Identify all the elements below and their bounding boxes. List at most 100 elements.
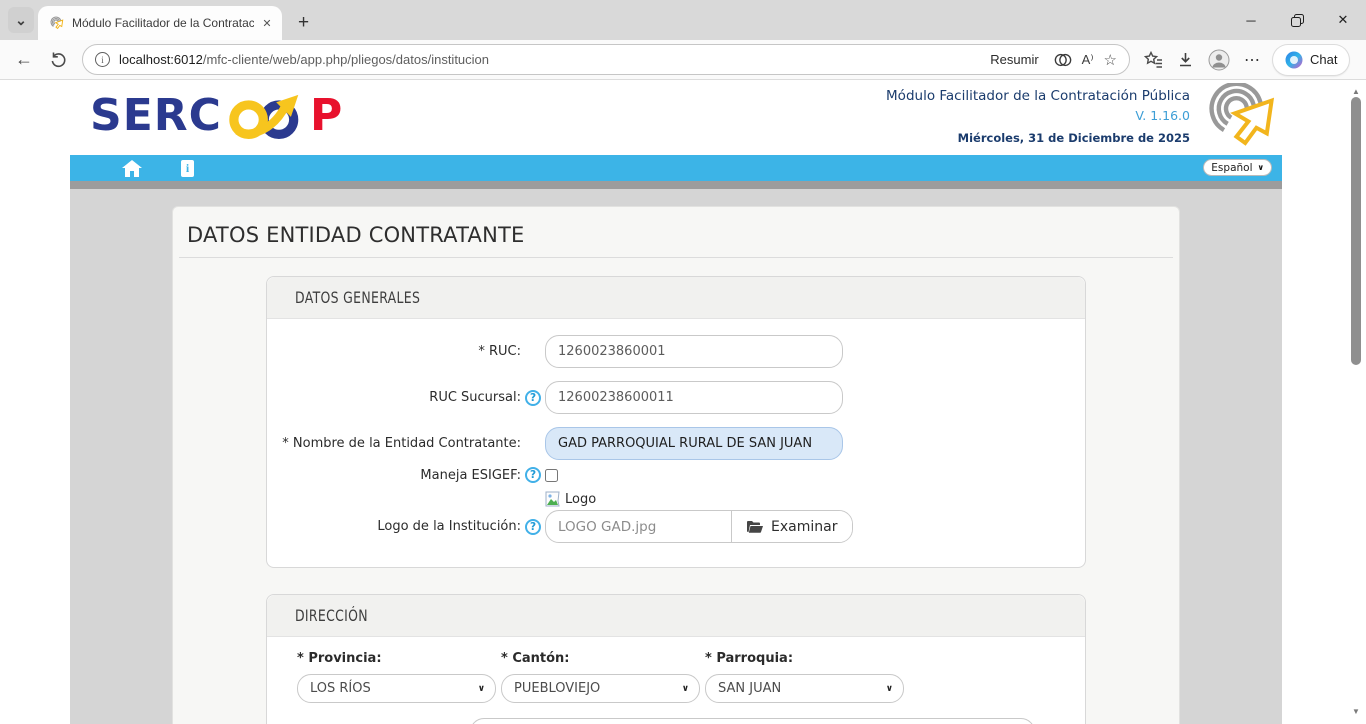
sercop-logo-rings-icon [221, 91, 313, 141]
copilot-outline-icon[interactable] [1054, 51, 1072, 69]
copilot-chat-button[interactable]: Chat [1273, 45, 1349, 75]
ruc-input[interactable] [545, 335, 843, 368]
direccion-header: DIRECCIÓN [267, 595, 1085, 637]
ruc-sucursal-input[interactable] [545, 381, 843, 414]
url-path: /mfc-cliente/web/app.php/pliegos/datos/i… [203, 52, 489, 67]
close-window-button[interactable]: ✕ [1320, 0, 1366, 40]
new-tab-button[interactable]: + [298, 13, 309, 32]
chevron-down-icon: ∨ [1258, 163, 1265, 172]
app-title: Módulo Facilitador de la Contratación Pú… [886, 88, 1190, 104]
sercop-logo: SERC P [90, 89, 343, 141]
copilot-icon [1285, 51, 1303, 69]
esigef-checkbox[interactable] [545, 469, 558, 482]
chevron-down-icon: ∨ [478, 684, 485, 694]
chevron-down-icon: ∨ [682, 684, 689, 694]
url-text: localhost:6012/mfc-cliente/web/app.php/p… [119, 52, 489, 67]
browser-toolbar: ← i localhost:6012/mfc-cliente/web/app.p… [0, 40, 1366, 80]
language-value: Español [1211, 162, 1252, 174]
provincia-value: LOS RÍOS [310, 681, 371, 696]
tab-search-button[interactable]: ⌄ [8, 7, 34, 33]
calle-row: * Calle principal: [297, 718, 1055, 724]
calle-label: * Calle principal: [297, 718, 462, 724]
canton-value: PUEBLOVIEJO [514, 681, 600, 696]
parroquia-select[interactable]: SAN JUAN ∨ [705, 674, 904, 703]
esigef-row: Maneja ESIGEF: ? [267, 467, 1085, 483]
parroquia-field: * Parroquia: SAN JUAN ∨ [705, 651, 904, 703]
logo-file-input[interactable]: LOGO GAD.jpg Examinar [545, 510, 853, 543]
address-bar[interactable]: i localhost:6012/mfc-cliente/web/app.php… [82, 44, 1130, 75]
chat-label: Chat [1310, 52, 1337, 67]
provincia-label: * Provincia: [297, 651, 496, 666]
section-title: DATOS GENERALES [295, 288, 420, 307]
ruc-sucursal-label: RUC Sucursal: [267, 390, 521, 405]
logo-preview-row: Logo [545, 491, 1085, 507]
settings-more-icon[interactable]: ⋯ [1244, 50, 1261, 70]
canton-label: * Cantón: [501, 651, 700, 666]
restore-button[interactable] [1274, 0, 1320, 40]
canton-select[interactable]: PUEBLOVIEJO ∨ [501, 674, 700, 703]
site-info-icon[interactable]: i [95, 52, 110, 67]
browser-titlebar: ⌄ Módulo Facilitador de la Contratación … [0, 0, 1366, 40]
favorite-star-icon[interactable]: ☆ [1104, 51, 1117, 69]
browser-window: ⌄ Módulo Facilitador de la Contratación … [0, 0, 1366, 724]
section-title: DIRECCIÓN [295, 606, 368, 625]
sercop-logo-text: SER [90, 90, 189, 141]
logo-alt-text: Logo [565, 492, 596, 507]
tab-close-icon[interactable]: ✕ [258, 14, 276, 32]
download-icon[interactable] [1177, 51, 1194, 68]
profile-avatar[interactable] [1208, 49, 1230, 71]
minimize-button[interactable]: ─ [1228, 0, 1274, 40]
divider-strip [70, 181, 1282, 189]
resumir-button[interactable]: Resumir [990, 52, 1038, 67]
chevron-down-icon: ∨ [886, 684, 893, 694]
browser-tab-active[interactable]: Módulo Facilitador de la Contratación Pú… [38, 6, 282, 40]
logo-label: Logo de la Institución: [267, 519, 521, 534]
folder-icon [747, 520, 763, 533]
page-title: DATOS ENTIDAD CONTRATANTE [187, 223, 1165, 247]
help-icon[interactable]: ? [525, 519, 541, 535]
scrollbar-thumb[interactable] [1351, 97, 1361, 365]
vertical-scrollbar[interactable]: ▲ ▼ [1348, 80, 1364, 724]
datos-generales-header: DATOS GENERALES [267, 277, 1085, 319]
ruc-label: * RUC: [267, 344, 521, 359]
scroll-up-icon[interactable]: ▲ [1348, 84, 1364, 98]
read-aloud-icon[interactable]: A⁾ [1082, 52, 1094, 68]
language-select[interactable]: Español ∨ [1203, 159, 1272, 176]
chevron-down-icon: ⌄ [15, 12, 27, 29]
scroll-down-icon[interactable]: ▼ [1348, 704, 1364, 718]
provincia-select[interactable]: LOS RÍOS ∨ [297, 674, 496, 703]
esigef-label: Maneja ESIGEF: [267, 468, 521, 483]
ruc-sucursal-row: RUC Sucursal: ? [267, 381, 1085, 414]
nombre-entidad-input[interactable] [545, 427, 843, 460]
restore-icon [1291, 14, 1304, 27]
ruc-row: * RUC: [267, 335, 1085, 368]
tab-title: Módulo Facilitador de la Contratación Pú… [72, 16, 254, 30]
logo-filename: LOGO GAD.jpg [546, 511, 732, 542]
canton-field: * Cantón: PUEBLOVIEJO ∨ [501, 651, 700, 703]
nombre-row: * Nombre de la Entidad Contratante: [267, 427, 1085, 460]
examinar-button[interactable]: Examinar [732, 511, 852, 542]
app-version: V. 1.16.0 [886, 108, 1190, 123]
mfc-logo-icon [1194, 83, 1282, 147]
refresh-icon[interactable] [46, 51, 70, 68]
calle-principal-input[interactable] [470, 718, 1035, 724]
examinar-label: Examinar [771, 519, 837, 535]
favorites-icon[interactable] [1144, 51, 1163, 68]
parroquia-label: * Parroquia: [705, 651, 904, 666]
app-navbar: i Español ∨ [70, 155, 1282, 181]
direccion-card: DIRECCIÓN * Provincia: LOS RÍOS ∨ [266, 594, 1086, 724]
help-icon[interactable]: ? [525, 467, 541, 483]
app-date: Miércoles, 31 de Diciembre de 2025 [886, 131, 1190, 145]
datos-generales-card: DATOS GENERALES * RUC: RUC Sucursal: ? [266, 276, 1086, 568]
logo-row: Logo de la Institución: ? LOGO GAD.jpg [267, 510, 1085, 543]
info-icon[interactable]: i [181, 160, 194, 177]
main-panel: DATOS ENTIDAD CONTRATANTE DATOS GENERALE… [172, 206, 1180, 724]
page-content: DATOS ENTIDAD CONTRATANTE DATOS GENERALE… [70, 189, 1282, 724]
help-icon[interactable]: ? [525, 390, 541, 406]
home-icon[interactable] [122, 160, 142, 177]
parroquia-value: SAN JUAN [718, 681, 781, 696]
app-header: SERC P Módulo Facilitador de la Contrata… [70, 80, 1282, 155]
back-icon[interactable]: ← [12, 49, 36, 70]
url-host: localhost:6012 [119, 52, 203, 67]
provincia-field: * Provincia: LOS RÍOS ∨ [297, 651, 496, 703]
